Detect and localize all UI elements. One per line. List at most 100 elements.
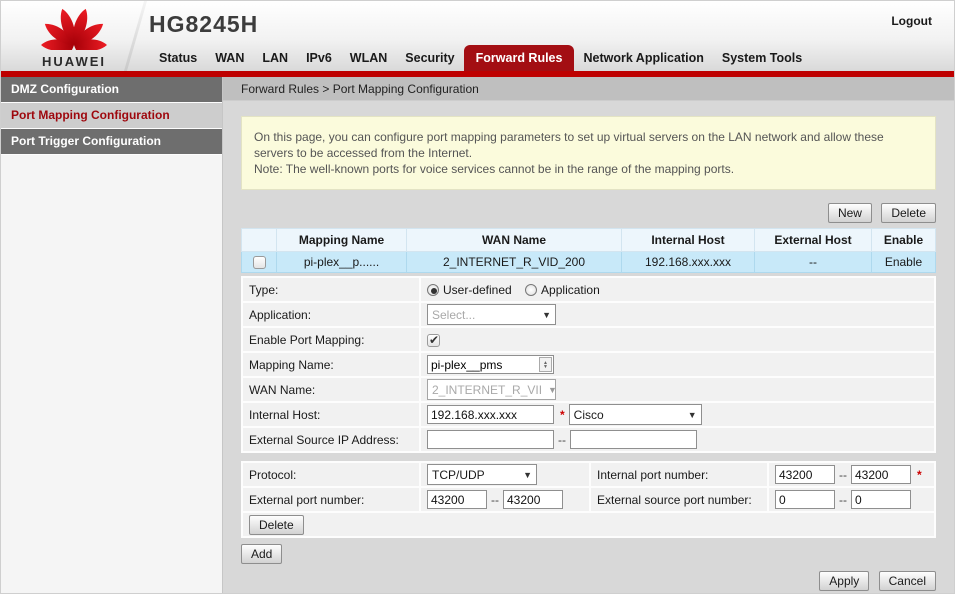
internal-port-to-input[interactable]	[851, 465, 911, 484]
router-admin-page: HUAWEI HG8245H Logout Status WAN LAN IPv…	[0, 0, 955, 594]
cell-mapping-name[interactable]: pi-plex__p......	[277, 252, 407, 273]
table-header-row: Mapping Name WAN Name Internal Host Exte…	[242, 229, 936, 252]
cancel-button[interactable]: Cancel	[879, 571, 936, 591]
breadcrumb: Forward Rules > Port Mapping Configurati…	[223, 77, 954, 101]
protocol-label: Protocol:	[243, 463, 419, 486]
tab-network-application[interactable]: Network Application	[574, 46, 712, 71]
external-source-port-label: External source port number:	[591, 488, 767, 511]
info-box: On this page, you can configure port map…	[241, 116, 936, 190]
info-line-1: On this page, you can configure port map…	[254, 129, 923, 161]
col-wan-name: WAN Name	[407, 229, 622, 252]
cell-internal-host[interactable]: 192.168.xxx.xxx	[622, 252, 755, 273]
list-toolbar: New Delete	[241, 203, 936, 223]
application-radio-label: Application	[541, 283, 600, 297]
internal-host-label: Internal Host:	[243, 403, 419, 426]
tab-wan[interactable]: WAN	[206, 46, 253, 71]
form-actions: Apply Cancel	[241, 571, 936, 591]
range-separator: --	[839, 493, 847, 507]
tab-forward-rules[interactable]: Forward Rules	[464, 45, 575, 71]
range-separator: --	[839, 468, 847, 482]
new-button[interactable]: New	[828, 203, 872, 223]
tab-lan[interactable]: LAN	[253, 46, 297, 71]
user-defined-radio[interactable]	[427, 284, 439, 296]
info-line-2: Note: The well-known ports for voice ser…	[254, 161, 923, 177]
form-row-enable: Enable Port Mapping:	[243, 328, 934, 351]
cell-wan-name[interactable]: 2_INTERNET_R_VID_200	[407, 252, 622, 273]
apply-button[interactable]: Apply	[819, 571, 869, 591]
application-select[interactable]: Select... ▼	[427, 304, 556, 325]
cell-external-host[interactable]: --	[755, 252, 872, 273]
external-ip-from-input[interactable]	[427, 430, 554, 449]
range-separator: --	[491, 493, 499, 507]
form-row-external-ip: External Source IP Address: --	[243, 428, 934, 451]
form-row-mapping-name: Mapping Name: ▲▼	[243, 353, 934, 376]
spinner-icon[interactable]: ▲▼	[539, 357, 552, 372]
required-asterisk: *	[560, 408, 565, 422]
huawei-logo: HUAWEI	[19, 4, 129, 69]
tab-system-tools[interactable]: System Tools	[713, 46, 811, 71]
ports-row-2: External port number: -- External source…	[243, 488, 934, 511]
col-enable: Enable	[872, 229, 936, 252]
internal-host-input[interactable]	[427, 405, 554, 424]
sidebar-item-port-mapping-configuration[interactable]: Port Mapping Configuration	[1, 103, 222, 129]
chevron-down-icon: ▼	[542, 310, 551, 320]
tab-wlan[interactable]: WLAN	[341, 46, 397, 71]
ports-form: Protocol: TCP/UDP ▼ Internal port number…	[241, 461, 936, 538]
table-row: pi-plex__p...... 2_INTERNET_R_VID_200 19…	[242, 252, 936, 273]
wan-name-label: WAN Name:	[243, 378, 419, 401]
col-external-host: External Host	[755, 229, 872, 252]
form-row-wan-name: WAN Name: 2_INTERNET_R_VII ▼	[243, 378, 934, 401]
ports-delete-row: Delete	[243, 513, 934, 536]
range-separator: --	[558, 433, 566, 447]
brand-text: HUAWEI	[19, 54, 129, 69]
add-button[interactable]: Add	[241, 544, 282, 564]
chevron-down-icon: ▼	[523, 470, 532, 480]
main-content: Forward Rules > Port Mapping Configurati…	[223, 77, 954, 594]
external-port-from-input[interactable]	[427, 490, 487, 509]
sidebar-item-dmz-configuration[interactable]: DMZ Configuration	[1, 77, 222, 103]
user-defined-radio-label: User-defined	[443, 283, 512, 297]
internal-port-label: Internal port number:	[591, 463, 767, 486]
external-ip-to-input[interactable]	[570, 430, 697, 449]
application-label: Application:	[243, 303, 419, 326]
mapping-name-input[interactable]	[428, 358, 539, 372]
delete-selected-button[interactable]: Delete	[881, 203, 936, 223]
sidebar-filler	[1, 155, 222, 594]
logout-button[interactable]: Logout	[891, 14, 932, 28]
internal-port-from-input[interactable]	[775, 465, 835, 484]
source-port-from-input[interactable]	[775, 490, 835, 509]
tab-status[interactable]: Status	[150, 46, 206, 71]
external-port-label: External port number:	[243, 488, 419, 511]
tab-security[interactable]: Security	[396, 46, 463, 71]
col-mapping-name: Mapping Name	[277, 229, 407, 252]
source-port-to-input[interactable]	[851, 490, 911, 509]
device-select[interactable]: Cisco ▼	[569, 404, 702, 425]
form-row-application: Application: Select... ▼	[243, 303, 934, 326]
port-mapping-table: Mapping Name WAN Name Internal Host Exte…	[241, 228, 936, 273]
select-column-header	[242, 229, 277, 252]
external-source-ip-label: External Source IP Address:	[243, 428, 419, 451]
enable-port-mapping-checkbox[interactable]	[427, 334, 440, 347]
form-row-type: Type: User-defined Application	[243, 278, 934, 301]
enable-port-mapping-label: Enable Port Mapping:	[243, 328, 419, 351]
row-checkbox[interactable]	[253, 256, 266, 269]
main-nav: Status WAN LAN IPv6 WLAN Security Forwar…	[150, 45, 811, 71]
cell-enable[interactable]: Enable	[872, 252, 936, 273]
protocol-select[interactable]: TCP/UDP ▼	[427, 464, 537, 485]
chevron-down-icon: ▼	[688, 410, 697, 420]
form-row-internal-host: Internal Host: * Cisco ▼	[243, 403, 934, 426]
chevron-down-icon: ▼	[548, 385, 557, 395]
header: HUAWEI HG8245H Logout Status WAN LAN IPv…	[1, 1, 954, 71]
sidebar-item-port-trigger-configuration[interactable]: Port Trigger Configuration	[1, 129, 222, 155]
huawei-flower-icon	[35, 4, 113, 50]
external-port-to-input[interactable]	[503, 490, 563, 509]
wan-name-select[interactable]: 2_INTERNET_R_VII ▼	[427, 379, 556, 400]
application-radio[interactable]	[525, 284, 537, 296]
mapping-name-label: Mapping Name:	[243, 353, 419, 376]
tab-ipv6[interactable]: IPv6	[297, 46, 341, 71]
device-model-title: HG8245H	[149, 11, 258, 38]
mapping-name-field[interactable]: ▲▼	[427, 355, 554, 374]
delete-port-rule-button[interactable]: Delete	[249, 515, 304, 535]
sidebar: DMZ Configuration Port Mapping Configura…	[1, 77, 223, 594]
type-label: Type:	[243, 278, 419, 301]
